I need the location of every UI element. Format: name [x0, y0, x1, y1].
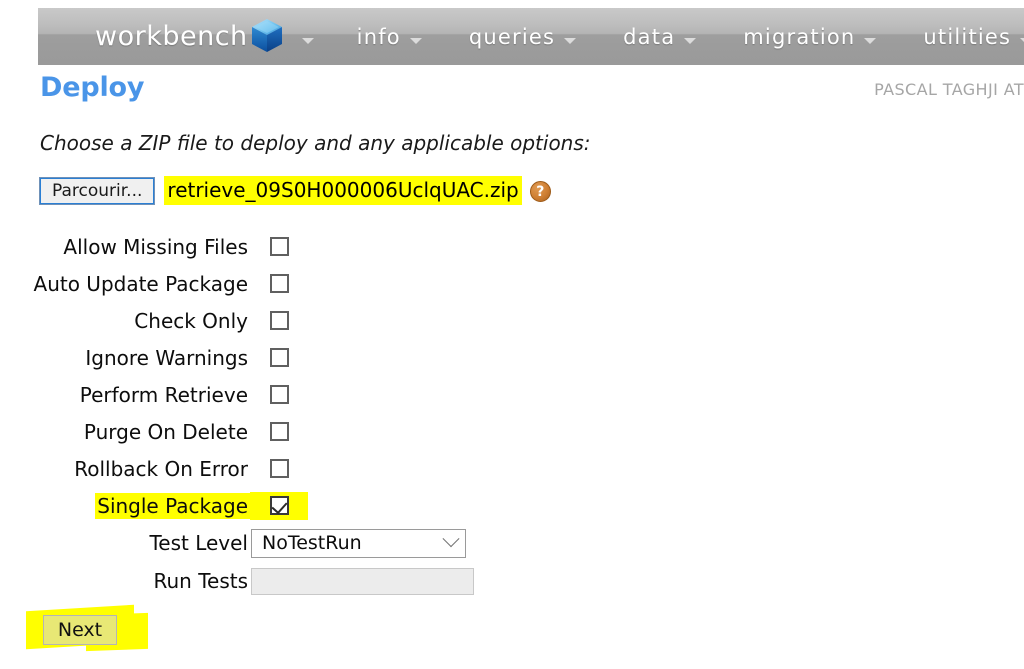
run-tests-label-wrap: Run Tests [0, 568, 250, 594]
test-level-label-wrap: Test Level [0, 530, 250, 556]
option-label-wrap: Auto Update Package [0, 271, 250, 297]
chevron-down-icon [864, 38, 876, 44]
option-row-auto-update-package: Auto Update Package [0, 265, 474, 302]
cube-icon [249, 17, 285, 59]
option-control-wrap [250, 385, 308, 404]
current-user-label: PASCAL TAGHJI AT [874, 80, 1024, 99]
main-navigation-bar: workbench [38, 8, 1024, 65]
option-label-rollback-on-error: Rollback On Error [72, 456, 250, 482]
run-tests-control-wrap [250, 568, 474, 595]
option-control-wrap [250, 274, 308, 293]
nav-menu: info queries data migration utilities [357, 8, 1024, 65]
browse-file-button[interactable]: Parcourir... [39, 177, 155, 205]
option-label-wrap: Rollback On Error [0, 456, 250, 482]
page-title: Deploy [40, 72, 144, 103]
chevron-down-icon [443, 530, 460, 547]
checkbox-purge-on-delete[interactable] [270, 422, 289, 441]
checkbox-perform-retrieve[interactable] [270, 385, 289, 404]
nav-item-migration[interactable]: migration [743, 25, 876, 49]
checkbox-ignore-warnings[interactable] [270, 348, 289, 367]
option-label-perform-retrieve: Perform Retrieve [78, 382, 250, 408]
chevron-down-icon [1020, 38, 1024, 44]
checkbox-check-only[interactable] [270, 311, 289, 330]
option-control-wrap [250, 348, 308, 367]
option-row-purge-on-delete: Purge On Delete [0, 413, 474, 450]
option-label-wrap: Ignore Warnings [0, 345, 250, 371]
checkbox-allow-missing-files[interactable] [270, 237, 289, 256]
brand-label: workbench [95, 21, 248, 52]
checkbox-single-package[interactable] [270, 496, 289, 515]
option-label-wrap: Purge On Delete [0, 419, 250, 445]
option-label-wrap: Single Package [0, 493, 250, 519]
brand-logo[interactable]: workbench [95, 8, 314, 65]
option-label-check-only: Check Only [132, 308, 250, 334]
option-control-wrap [250, 492, 308, 520]
option-control-wrap [250, 311, 308, 330]
option-label-allow-missing-files: Allow Missing Files [61, 234, 250, 260]
option-label-auto-update-package: Auto Update Package [32, 271, 250, 297]
nav-item-queries-label: queries [469, 25, 555, 49]
deploy-options-list: Allow Missing Files Auto Update Package … [0, 228, 474, 600]
nav-item-migration-label: migration [743, 25, 855, 49]
option-row-single-package: Single Package [0, 487, 474, 524]
option-row-rollback-on-error: Rollback On Error [0, 450, 474, 487]
nav-item-utilities-label: utilities [923, 25, 1011, 49]
nav-item-queries[interactable]: queries [469, 25, 576, 49]
option-label-wrap: Perform Retrieve [0, 382, 250, 408]
next-button[interactable]: Next [43, 615, 117, 645]
option-label-purge-on-delete: Purge On Delete [82, 419, 250, 445]
run-tests-row: Run Tests [0, 562, 474, 600]
selected-file-name: retrieve_09S0H000006UclqUAC.zip [164, 176, 521, 205]
brand-chevron-down-icon[interactable] [302, 38, 314, 44]
option-row-ignore-warnings: Ignore Warnings [0, 339, 474, 376]
test-level-select[interactable]: NoTestRun [251, 529, 466, 558]
run-tests-label: Run Tests [151, 568, 250, 594]
checkbox-auto-update-package[interactable] [270, 274, 289, 293]
chevron-down-icon [684, 38, 696, 44]
option-control-wrap [250, 422, 308, 441]
help-icon[interactable]: ? [530, 181, 551, 202]
option-label-wrap: Check Only [0, 308, 250, 334]
instruction-text: Choose a ZIP file to deploy and any appl… [40, 131, 591, 155]
option-row-check-only: Check Only [0, 302, 474, 339]
nav-item-data-label: data [623, 25, 675, 49]
nav-item-utilities[interactable]: utilities [923, 25, 1024, 49]
test-level-control-wrap: NoTestRun [250, 529, 466, 558]
option-row-allow-missing-files: Allow Missing Files [0, 228, 474, 265]
test-level-selected-value: NoTestRun [262, 532, 362, 554]
option-row-perform-retrieve: Perform Retrieve [0, 376, 474, 413]
file-chooser-row: Parcourir... retrieve_09S0H000006UclqUAC… [39, 176, 551, 205]
run-tests-input[interactable] [251, 568, 474, 595]
option-control-wrap [250, 459, 308, 478]
test-level-label: Test Level [147, 530, 250, 556]
option-label-wrap: Allow Missing Files [0, 234, 250, 260]
nav-item-data[interactable]: data [623, 25, 696, 49]
page-header: Deploy PASCAL TAGHJI AT [0, 70, 1024, 112]
nav-item-info[interactable]: info [357, 25, 422, 49]
test-level-row: Test Level NoTestRun [0, 524, 474, 562]
nav-item-info-label: info [357, 25, 401, 49]
chevron-down-icon [564, 38, 576, 44]
option-label-single-package: Single Package [95, 493, 250, 519]
checkbox-rollback-on-error[interactable] [270, 459, 289, 478]
chevron-down-icon [410, 38, 422, 44]
option-control-wrap [250, 237, 308, 256]
option-label-ignore-warnings: Ignore Warnings [83, 345, 250, 371]
next-button-area: Next [26, 608, 196, 658]
